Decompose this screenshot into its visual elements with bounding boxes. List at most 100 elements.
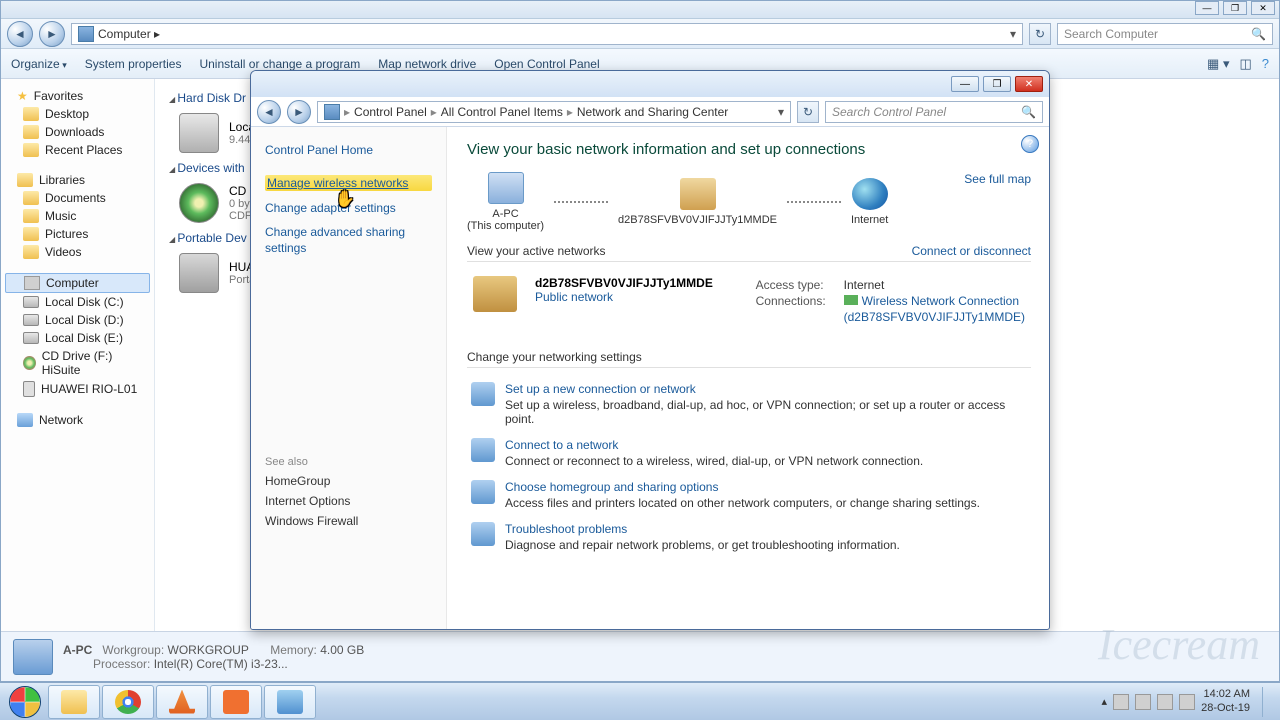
search-input[interactable]: Search Computer 🔍 <box>1057 23 1273 45</box>
popup-back-button[interactable]: ◄ <box>257 100 281 124</box>
status-bar: A-PC Workgroup: WORKGROUP Memory: 4.00 G… <box>1 631 1279 681</box>
drive-icon <box>23 314 39 326</box>
sidebar-recent-places[interactable]: Recent Places <box>1 141 154 159</box>
task-chrome[interactable] <box>102 685 154 719</box>
refresh-button[interactable]: ↻ <box>1029 23 1051 45</box>
computer-icon <box>488 172 524 204</box>
cd-icon <box>23 356 36 370</box>
sidebar-disk-c[interactable]: Local Disk (C:) <box>1 293 154 311</box>
change-advanced-sharing-link[interactable]: Change advanced sharing settings <box>265 225 432 256</box>
uninstall-program-button[interactable]: Uninstall or change a program <box>199 57 360 71</box>
popup-close-button[interactable]: ✕ <box>1015 76 1043 92</box>
manage-wireless-link[interactable]: Manage wireless networks <box>265 175 432 191</box>
sidebar-downloads[interactable]: Downloads <box>1 123 154 141</box>
popup-breadcrumb[interactable]: ▸ Control Panel ▸ All Control Panel Item… <box>317 101 791 123</box>
setup-new-connection-item[interactable]: Set up a new connection or network Set u… <box>467 376 1031 432</box>
popup-titlebar: — ❐ ✕ <box>251 71 1049 97</box>
windows-firewall-link[interactable]: Windows Firewall <box>265 514 432 528</box>
sidebar-desktop[interactable]: Desktop <box>1 105 154 123</box>
task-vlc[interactable] <box>156 685 208 719</box>
clock[interactable]: 14:02 AM 28-Oct-19 <box>1201 688 1250 714</box>
sidebar-computer[interactable]: Computer <box>5 273 150 293</box>
network-type-link[interactable]: Public network <box>535 290 713 304</box>
change-adapter-link[interactable]: Change adapter settings <box>265 201 432 215</box>
tray-icon[interactable] <box>1113 694 1129 710</box>
drive-icon <box>179 113 219 153</box>
sidebar-disk-d[interactable]: Local Disk (D:) <box>1 311 154 329</box>
control-panel-window: — ❐ ✕ ◄ ► ▸ Control Panel ▸ All Control … <box>250 70 1050 630</box>
popup-maximize-button[interactable]: ❐ <box>983 76 1011 92</box>
troubleshoot-item[interactable]: Troubleshoot problems Diagnose and repai… <box>467 516 1031 558</box>
tray-network-icon[interactable] <box>1157 694 1173 710</box>
system-properties-button[interactable]: System properties <box>85 57 182 71</box>
homegroup-link[interactable]: HomeGroup <box>265 474 432 488</box>
drive-icon <box>23 296 39 308</box>
close-button[interactable]: ✕ <box>1251 1 1275 15</box>
forward-button[interactable]: ► <box>39 21 65 47</box>
homegroup-sharing-item[interactable]: Choose homegroup and sharing options Acc… <box>467 474 1031 516</box>
tray-volume-icon[interactable] <box>1179 694 1195 710</box>
minimize-button[interactable]: — <box>1195 1 1219 15</box>
map-network-drive-button[interactable]: Map network drive <box>378 57 476 71</box>
maximize-button[interactable]: ❐ <box>1223 1 1247 15</box>
connect-disconnect-link[interactable]: Connect or disconnect <box>912 244 1031 258</box>
folder-icon <box>23 125 39 139</box>
sidebar-videos[interactable]: Videos <box>1 243 154 261</box>
folder-icon <box>23 107 39 121</box>
network-node-internet[interactable]: Internet <box>851 178 888 226</box>
back-button[interactable]: ◄ <box>7 21 33 47</box>
task-control-panel[interactable] <box>264 685 316 719</box>
vlc-icon <box>169 690 195 714</box>
sidebar-disk-e[interactable]: Local Disk (E:) <box>1 329 154 347</box>
preview-pane-icon[interactable]: ◫ <box>1239 56 1251 72</box>
active-network-item: d2B78SFVBV0VJIFJJTy1MMDE Public network … <box>467 268 1031 334</box>
sidebar-huawei[interactable]: HUAWEI RIO-L01 <box>1 379 154 399</box>
taskbar: ▴ 14:02 AM 28-Oct-19 <box>0 682 1280 720</box>
sidebar-pictures[interactable]: Pictures <box>1 225 154 243</box>
sidebar-favorites[interactable]: ★Favorites <box>1 87 154 105</box>
computer-icon <box>78 26 94 42</box>
popup-nav-bar: ◄ ► ▸ Control Panel ▸ All Control Panel … <box>251 97 1049 127</box>
organize-menu[interactable]: Organize <box>11 57 67 71</box>
popup-search-input[interactable]: Search Control Panel 🔍 <box>825 101 1043 123</box>
control-panel-home-link[interactable]: Control Panel Home <box>265 143 432 157</box>
help-icon[interactable]: ? <box>1262 56 1269 72</box>
control-panel-icon <box>277 690 303 714</box>
sidebar-music[interactable]: Music <box>1 207 154 225</box>
connection-details: Access type: Internet Connections: Wirel… <box>756 276 1025 326</box>
main-title: View your basic network information and … <box>467 141 1031 158</box>
internet-options-link[interactable]: Internet Options <box>265 494 432 508</box>
see-full-map-link[interactable]: See full map <box>964 172 1031 186</box>
folder-icon <box>23 209 39 223</box>
help-icon[interactable]: ? <box>1021 135 1039 153</box>
sidebar-documents[interactable]: Documents <box>1 189 154 207</box>
show-desktop-button[interactable] <box>1262 687 1272 717</box>
sidebar-libraries[interactable]: Libraries <box>1 171 154 189</box>
troubleshoot-icon <box>471 522 495 546</box>
tray-icon[interactable] <box>1135 694 1151 710</box>
bench-icon <box>473 276 517 312</box>
wireless-connection-detail[interactable]: (d2B78SFVBV0VJIFJJTy1MMDE) <box>844 310 1025 324</box>
library-icon <box>17 173 33 187</box>
breadcrumb[interactable]: Computer ▸ ▾ <box>71 23 1023 45</box>
task-explorer[interactable] <box>48 685 100 719</box>
popup-minimize-button[interactable]: — <box>951 76 979 92</box>
tray-expand-icon[interactable]: ▴ <box>1102 695 1108 708</box>
computer-icon <box>13 639 53 675</box>
start-button[interactable] <box>4 684 46 720</box>
open-control-panel-button[interactable]: Open Control Panel <box>494 57 599 71</box>
wireless-connection-link[interactable]: Wireless Network Connection <box>844 294 1019 308</box>
signal-icon <box>844 295 858 305</box>
sidebar-cd-drive[interactable]: CD Drive (F:) HiSuite <box>1 347 154 379</box>
popup-refresh-button[interactable]: ↻ <box>797 101 819 123</box>
popup-main-content: ? View your basic network information an… <box>447 127 1049 629</box>
connect-network-item[interactable]: Connect to a network Connect or reconnec… <box>467 432 1031 474</box>
task-icecream[interactable] <box>210 685 262 719</box>
view-options-icon[interactable]: ▦ ▾ <box>1207 56 1229 72</box>
folder-icon <box>23 227 39 241</box>
popup-forward-button[interactable]: ► <box>287 100 311 124</box>
sidebar-network[interactable]: Network <box>1 411 154 429</box>
search-icon: 🔍 <box>1021 105 1036 119</box>
network-node-pc[interactable]: A-PC (This computer) <box>467 172 544 232</box>
network-node-router[interactable]: d2B78SFVBV0VJIFJJTy1MMDE <box>618 178 777 226</box>
